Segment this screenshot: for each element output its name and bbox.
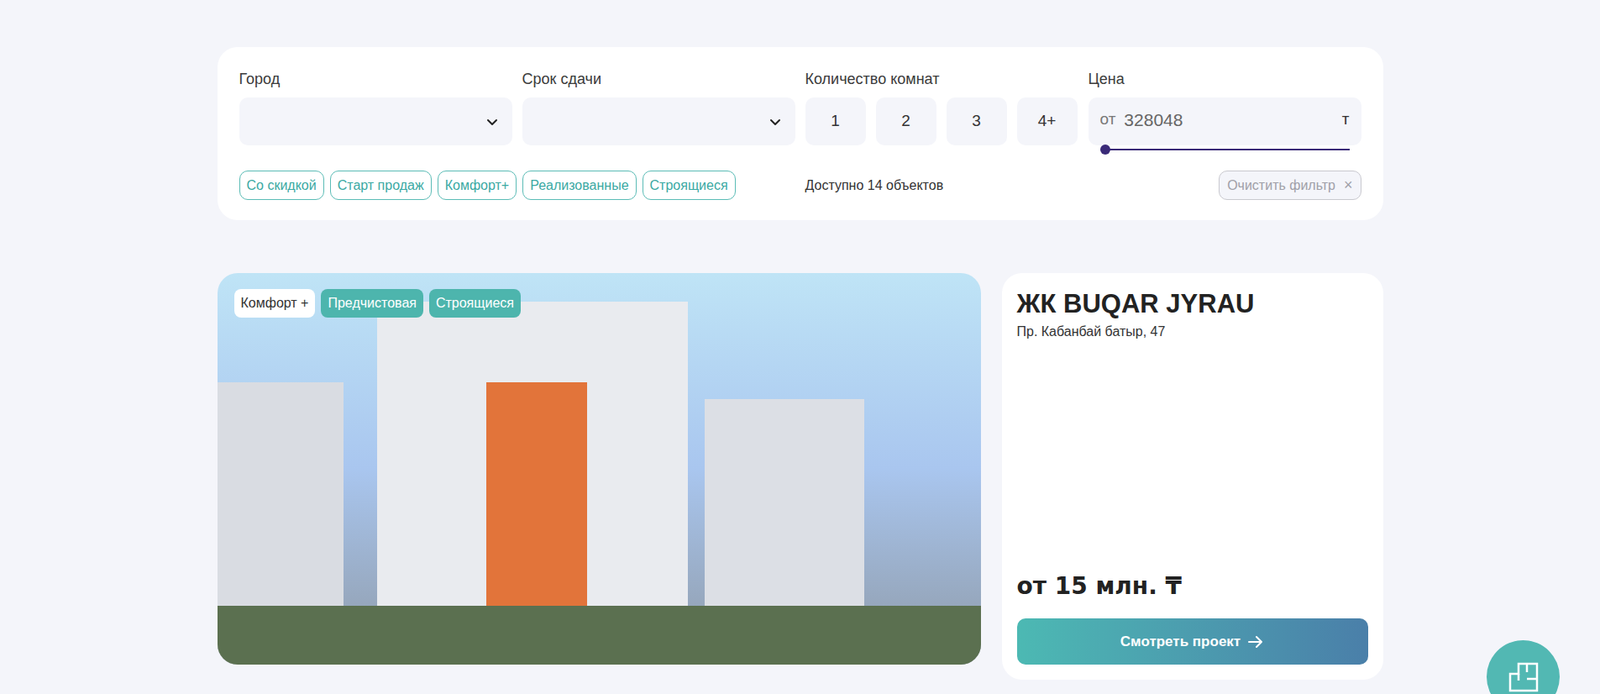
- tag-label: Комфорт+: [445, 175, 510, 196]
- project-title: ЖК BUQAR JYRAU: [1017, 288, 1369, 320]
- filter-tag[interactable]: Старт продаж: [330, 170, 432, 200]
- project-photo[interactable]: Комфорт + Предчистовая Строящиеся: [217, 272, 981, 665]
- tag-label: Реализованные: [529, 175, 629, 196]
- room-button[interactable]: 4+: [1017, 97, 1078, 146]
- price-currency: т: [1342, 107, 1350, 132]
- filter-tag[interactable]: Комфорт+: [437, 170, 518, 200]
- room-label: 4+: [1038, 109, 1057, 134]
- badge-label: Предчистовая: [327, 293, 416, 314]
- tag-label: Строящиеся: [650, 175, 729, 196]
- clear-filter-label: Очистить фильтр: [1227, 175, 1336, 196]
- city-filter: Город: [239, 68, 513, 146]
- view-project-button[interactable]: Смотреть проект: [1017, 618, 1369, 665]
- project-badge: Предчистовая: [320, 288, 423, 318]
- room-label: 3: [971, 109, 981, 134]
- filter-label: Срок сдачи: [522, 68, 796, 90]
- tag-label: Старт продаж: [337, 175, 425, 196]
- price-input[interactable]: от328048т: [1088, 97, 1362, 146]
- clear-filter-button[interactable]: Очистить фильтр ×: [1218, 170, 1361, 200]
- deadline-filter: Срок сдачи: [522, 68, 796, 146]
- filter-tag[interactable]: Со скидкой: [239, 170, 325, 200]
- chevron-down-icon: [768, 115, 782, 129]
- floorplan-button[interactable]: [1486, 640, 1560, 694]
- price-filter: Цена от328048т: [1088, 68, 1362, 146]
- deadline-select[interactable]: [522, 97, 796, 146]
- project-info: ЖК BUQAR JYRAUПр. Кабанбай батыр, 47 от 1…: [1001, 272, 1384, 680]
- filter-tag[interactable]: Строящиеся: [642, 170, 736, 200]
- price-slider[interactable]: [1105, 148, 1350, 151]
- filter-panel: Город Срок сдачи Количество комнат 1 2 3 4+ Цен…: [217, 47, 1384, 221]
- floorplan-icon: [1506, 660, 1541, 694]
- badge-label: Комфорт +: [241, 293, 310, 314]
- room-button[interactable]: 2: [876, 97, 937, 146]
- city-select[interactable]: [239, 97, 513, 146]
- project-badge: Комфорт +: [234, 288, 316, 318]
- room-button[interactable]: 1: [805, 97, 866, 146]
- rooms-filter: Количество комнат 1 2 3 4+: [805, 68, 1079, 146]
- button-label: Смотреть проект: [1120, 630, 1241, 653]
- close-icon: ×: [1343, 173, 1354, 197]
- room-label: 1: [830, 109, 840, 134]
- price-value: 328048: [1123, 106, 1342, 134]
- project-badge: Строящиеся: [429, 288, 521, 318]
- objects-count: Доступно 14 объектов: [805, 175, 1079, 196]
- filter-label: Город: [239, 68, 513, 90]
- tag-label: Со скидкой: [246, 175, 317, 196]
- arrow-right-icon: [1247, 634, 1265, 649]
- project-card: Комфорт + Предчистовая Строящиеся ЖК BUQAR …: [217, 272, 1384, 680]
- price-prefix: от: [1100, 107, 1117, 132]
- filter-label: Цена: [1088, 68, 1362, 90]
- filter-label: Количество комнат: [805, 68, 1079, 90]
- room-button[interactable]: 3: [946, 97, 1008, 146]
- room-label: 2: [901, 109, 911, 134]
- project-address: Пр. Кабанбай батыр, 47: [1017, 321, 1369, 342]
- chevron-down-icon: [485, 115, 499, 129]
- project-price: от 15 млн. ₸: [1017, 571, 1369, 602]
- filter-tag[interactable]: Реализованные: [522, 170, 636, 200]
- slider-handle[interactable]: [1100, 144, 1111, 155]
- badge-label: Строящиеся: [435, 293, 515, 314]
